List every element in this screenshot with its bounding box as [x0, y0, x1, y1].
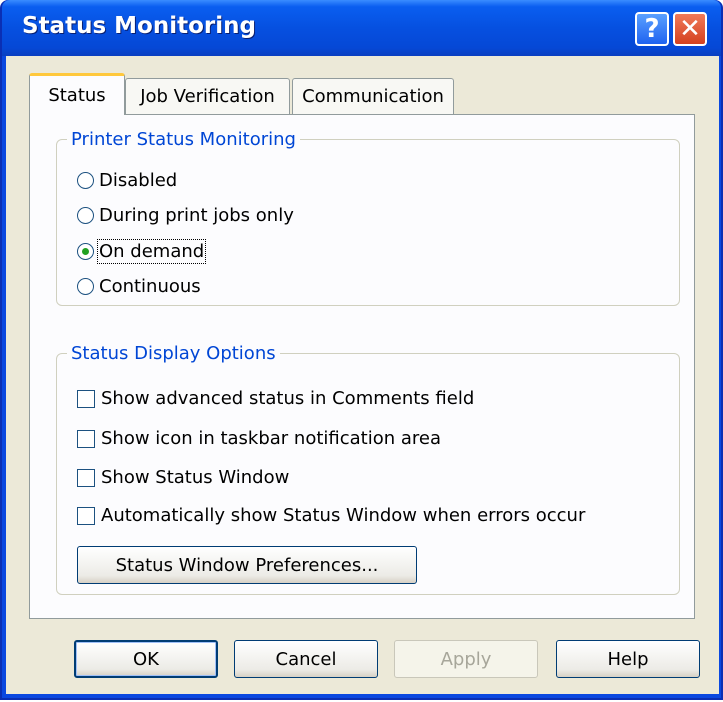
- tab-label: Communication: [302, 86, 444, 107]
- ok-button[interactable]: OK: [74, 640, 218, 678]
- checkbox[interactable]: [77, 468, 95, 487]
- radio-on-demand[interactable]: On demand: [77, 239, 207, 264]
- radio-selected-dot: [82, 248, 89, 255]
- group-legend: Printer Status Monitoring: [71, 129, 296, 150]
- tab-job-verification[interactable]: Job Verification: [125, 78, 290, 114]
- checkbox[interactable]: [77, 506, 95, 525]
- title-bar[interactable]: Status Monitoring ? ✕: [2, 0, 721, 56]
- window-title: Status Monitoring: [22, 13, 256, 39]
- cancel-button[interactable]: Cancel: [234, 640, 378, 678]
- close-icon[interactable]: ✕: [673, 12, 707, 46]
- radio-continuous[interactable]: Continuous: [77, 276, 201, 297]
- tab-label: Job Verification: [140, 86, 275, 107]
- radio-button[interactable]: [77, 207, 94, 224]
- radio-during-print-jobs[interactable]: During print jobs only: [77, 205, 294, 226]
- radio-label: During print jobs only: [99, 205, 294, 226]
- help-icon[interactable]: ?: [635, 12, 669, 46]
- radio-label: On demand: [96, 239, 207, 264]
- tab-status[interactable]: Status: [29, 73, 125, 115]
- checkbox-label: Show Status Window: [101, 467, 290, 488]
- checkbox-label: Show icon in taskbar notification area: [101, 428, 442, 449]
- check-taskbar-icon[interactable]: Show icon in taskbar notification area: [77, 428, 441, 449]
- tab-label: Status: [48, 85, 106, 106]
- dialog-client-area: Status Job Verification Communication Pr…: [6, 56, 719, 694]
- dialog-window: Status Monitoring ? ✕ Status Job Verific…: [0, 0, 723, 700]
- check-auto-show-on-errors[interactable]: Automatically show Status Window when er…: [77, 505, 585, 526]
- checkbox-label: Show advanced status in Comments field: [101, 388, 475, 409]
- status-display-options-group: Status Display Options Show advanced sta…: [56, 343, 680, 595]
- check-advanced-status[interactable]: Show advanced status in Comments field: [77, 388, 474, 409]
- tab-panel-status: Printer Status Monitoring Disabled Durin…: [29, 114, 695, 619]
- radio-button[interactable]: [77, 243, 94, 260]
- checkbox[interactable]: [77, 389, 95, 408]
- checkbox-label: Automatically show Status Window when er…: [101, 505, 586, 526]
- radio-disabled[interactable]: Disabled: [77, 170, 177, 191]
- apply-button[interactable]: Apply: [394, 640, 538, 678]
- status-window-preferences-button[interactable]: Status Window Preferences...: [77, 546, 417, 584]
- radio-button[interactable]: [77, 172, 94, 189]
- help-button[interactable]: Help: [556, 640, 700, 678]
- group-legend: Status Display Options: [71, 343, 276, 364]
- check-show-status-window[interactable]: Show Status Window: [77, 467, 289, 488]
- printer-status-group: Printer Status Monitoring Disabled Durin…: [56, 129, 680, 306]
- radio-label: Continuous: [99, 276, 201, 297]
- tab-communication[interactable]: Communication: [292, 78, 454, 114]
- checkbox[interactable]: [77, 429, 95, 448]
- radio-button[interactable]: [77, 278, 94, 295]
- radio-label: Disabled: [99, 170, 178, 191]
